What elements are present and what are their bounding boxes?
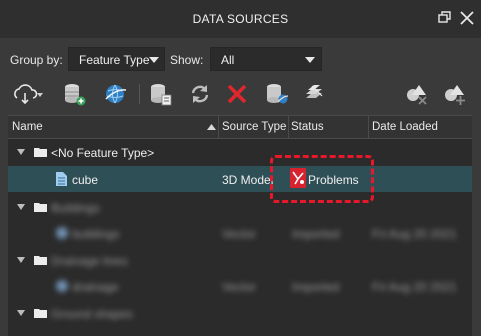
item-date-loaded: Fri Aug 20 2021 xyxy=(372,280,457,294)
column-header-status[interactable]: Status xyxy=(291,121,324,133)
restore-icon[interactable] xyxy=(436,9,454,27)
toolbar xyxy=(0,76,481,112)
column-divider xyxy=(368,116,369,138)
tree-group-row[interactable]: Ground shapes xyxy=(8,300,472,326)
item-status: Imported xyxy=(292,280,340,294)
column-header-date-loaded[interactable]: Date Loaded xyxy=(372,121,438,133)
column-divider xyxy=(218,116,219,138)
layer-icon xyxy=(56,227,68,239)
folder-icon xyxy=(34,309,47,318)
group-label: <No Feature Type> xyxy=(51,146,155,160)
column-divider xyxy=(288,116,289,138)
database-properties-icon[interactable] xyxy=(148,82,172,106)
item-name: buildings xyxy=(72,227,120,241)
add-database-icon[interactable] xyxy=(62,82,86,106)
item-source-type: 3D Model xyxy=(222,173,274,187)
remove-icon[interactable] xyxy=(225,82,249,106)
chevron-down-icon xyxy=(305,57,315,63)
item-name: drainage xyxy=(72,280,119,294)
group-by-value: Feature Type xyxy=(79,53,150,67)
group-label: Buildings xyxy=(51,201,100,215)
close-icon[interactable] xyxy=(458,9,476,27)
sort-ascending-icon xyxy=(207,124,216,130)
expand-arrow-icon[interactable] xyxy=(17,149,25,155)
item-source-type: Vector xyxy=(222,227,257,241)
toolbar-separator xyxy=(139,84,140,104)
cloud-download-icon[interactable] xyxy=(12,82,44,106)
title-bar: DATA SOURCES xyxy=(0,0,481,38)
globe-icon[interactable] xyxy=(103,82,127,106)
chevron-down-icon xyxy=(149,57,159,63)
folder-icon xyxy=(34,148,47,157)
refresh-icon[interactable] xyxy=(188,82,212,106)
tree-group-row[interactable]: Drainage lines xyxy=(8,247,472,273)
column-header-row: Name Source Type Status Date Loaded xyxy=(8,116,472,139)
show-label: Show: xyxy=(170,53,204,67)
layer-icon xyxy=(56,280,68,292)
database-connect-icon[interactable] xyxy=(264,82,288,106)
tree-group-row[interactable]: Buildings xyxy=(8,194,472,220)
item-source-type: Vector xyxy=(222,280,257,294)
shape-add-icon[interactable] xyxy=(443,82,467,106)
column-header-name[interactable]: Name xyxy=(12,121,43,133)
annotation-highlight xyxy=(270,155,374,203)
item-date-loaded: Fri Aug 20 2021 xyxy=(372,227,457,241)
group-label: Ground shapes xyxy=(51,307,134,321)
group-label: Drainage lines xyxy=(51,254,128,268)
filter-bar: Group by: Feature Type Show: All xyxy=(0,44,481,74)
group-by-select[interactable]: Feature Type xyxy=(68,47,165,71)
expand-arrow-icon[interactable] xyxy=(17,204,25,210)
document-icon xyxy=(56,172,67,186)
panel-title: DATA SOURCES xyxy=(192,12,289,26)
tree-item-row[interactable]: cube 3D Model Problems xyxy=(8,166,472,192)
tree-item-row[interactable]: buildings Vector Imported Fri Aug 20 202… xyxy=(8,220,472,246)
shape-remove-icon[interactable] xyxy=(405,82,429,106)
show-select[interactable]: All xyxy=(210,47,322,71)
expand-arrow-icon[interactable] xyxy=(17,257,25,263)
item-status: Imported xyxy=(292,227,340,241)
folder-icon xyxy=(34,203,47,212)
tree-item-row[interactable]: drainage Vector Imported Fri Aug 20 2021 xyxy=(8,273,472,299)
layers-icon[interactable] xyxy=(302,82,326,106)
data-sources-tree: Name Source Type Status Date Loaded <No … xyxy=(8,115,472,336)
show-value: All xyxy=(221,53,235,67)
group-by-label: Group by: xyxy=(10,53,63,67)
tree-group-row[interactable]: <No Feature Type> xyxy=(8,139,472,165)
expand-arrow-icon[interactable] xyxy=(17,310,25,316)
column-header-source-type[interactable]: Source Type xyxy=(222,121,286,133)
item-name: cube xyxy=(72,173,99,187)
folder-icon xyxy=(34,256,47,265)
